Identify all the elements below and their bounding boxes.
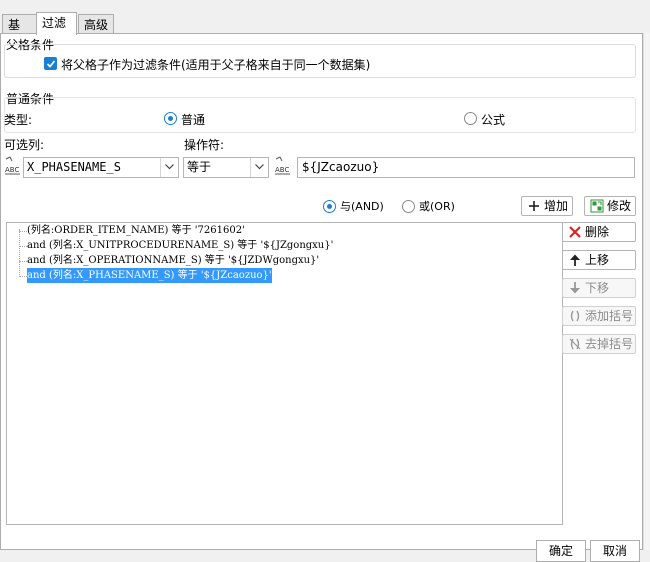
tree-guide-line [19, 229, 20, 277]
operator-select-value: 等于 [187, 160, 212, 174]
svg-text:ABC: ABC [275, 166, 289, 174]
svg-text:ABC: ABC [5, 166, 19, 174]
logic-or-label: 或(OR) [419, 200, 455, 213]
tab-basic[interactable]: 基本 [2, 14, 37, 52]
move-down-label: 下移 [585, 281, 610, 295]
abc-icon: ABC [275, 156, 290, 175]
abc-value-icon[interactable]: ABC [274, 156, 292, 176]
bracket-icon [570, 310, 580, 322]
add-bracket-label: 添加括号 [585, 309, 634, 323]
type-label: 类型: [4, 113, 33, 127]
add-bracket-button[interactable]: 添加括号 [562, 306, 636, 326]
abc-field-icon[interactable]: ABC [4, 156, 22, 176]
condition-row[interactable]: and (列名:X_UNITPROCEDURENAME_S) 等于 '${JZg… [27, 238, 333, 253]
column-select[interactable]: X_PHASENAME_S [23, 157, 179, 178]
logic-or-radio[interactable] [402, 200, 415, 213]
remove-bracket-icon [569, 338, 581, 350]
parent-filter-checkbox-label: 将父格子作为过滤条件(适用于父子格来自于同一个数据集) [61, 58, 371, 72]
type-formula-label: 公式 [481, 113, 506, 127]
add-condition-button[interactable]: 增加 [521, 196, 573, 216]
type-formula-radio[interactable] [464, 112, 477, 125]
logic-and-radio[interactable] [323, 200, 336, 213]
tab-filter[interactable]: 过滤 [36, 12, 77, 35]
condition-list[interactable]: (列名:ORDER_ITEM_NAME) 等于 '7261602' and (列… [6, 222, 563, 525]
add-condition-label: 增加 [544, 199, 569, 213]
move-up-button[interactable]: 上移 [562, 250, 636, 270]
delete-x-icon [569, 226, 581, 238]
available-columns-label: 可选列: [4, 138, 45, 152]
column-select-value: X_PHASENAME_S [27, 160, 121, 174]
condition-row-selected[interactable]: and (列名:X_PHASENAME_S) 等于 '${JZcaozuo}' [27, 268, 272, 283]
remove-bracket-button[interactable]: 去掉括号 [562, 334, 636, 354]
column-dropdown-arrow[interactable] [160, 158, 178, 177]
vertical-scrollbar[interactable] [643, 33, 650, 550]
condition-row[interactable]: and (列名:X_OPERATIONNAME_S) 等于 '${JZDWgon… [27, 253, 319, 268]
modify-icon [590, 199, 604, 213]
arrow-down-icon [570, 282, 580, 294]
type-normal-radio[interactable] [164, 112, 177, 125]
modify-condition-label: 修改 [607, 199, 632, 213]
operator-dropdown-arrow[interactable] [250, 158, 268, 177]
move-up-label: 上移 [585, 253, 610, 267]
remove-bracket-label: 去掉括号 [585, 337, 634, 351]
condition-value-input[interactable]: ${JZcaozuo} [297, 157, 635, 178]
logic-and-label: 与(AND) [340, 200, 384, 213]
tab-advanced[interactable]: 高级 [78, 14, 114, 34]
arrow-up-icon [570, 254, 580, 266]
delete-label: 删除 [585, 225, 610, 239]
ok-button[interactable]: 确定 [536, 540, 586, 562]
type-frame [4, 97, 636, 133]
parent-filter-checkbox[interactable] [44, 57, 57, 70]
operator-label: 操作符: [184, 138, 225, 152]
operator-select[interactable]: 等于 [183, 157, 269, 178]
cancel-button[interactable]: 取消 [590, 540, 640, 562]
check-icon [46, 60, 56, 68]
delete-button[interactable]: 删除 [562, 222, 636, 242]
condition-row[interactable]: (列名:ORDER_ITEM_NAME) 等于 '7261602' [27, 223, 245, 238]
chevron-down-icon [255, 164, 264, 170]
type-normal-label: 普通 [181, 113, 206, 127]
plus-icon [529, 201, 539, 211]
abc-icon: ABC [5, 156, 20, 175]
move-down-button[interactable]: 下移 [562, 278, 636, 298]
chevron-down-icon [165, 164, 174, 170]
modify-condition-button[interactable]: 修改 [584, 196, 636, 216]
